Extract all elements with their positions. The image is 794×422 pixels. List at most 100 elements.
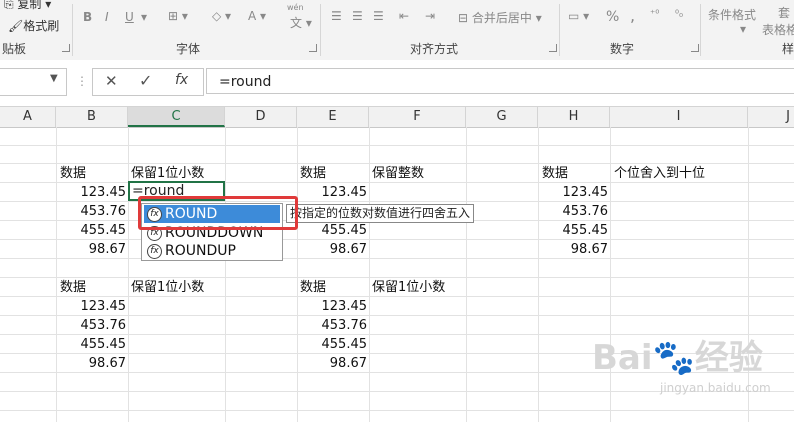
cell-h-value[interactable]: 453.76 <box>538 202 609 221</box>
cell-e-value[interactable]: 453.76 <box>297 316 368 335</box>
highlight-annotation-box <box>138 196 298 230</box>
cell-e-value[interactable]: 455.45 <box>297 335 368 354</box>
column-header-h[interactable]: H <box>538 107 610 127</box>
align-launcher-icon[interactable] <box>549 44 557 52</box>
cancel-icon[interactable]: ✕ <box>105 72 118 90</box>
ribbon-divider <box>559 4 560 56</box>
align-right-icon[interactable]: ☰ <box>373 9 384 23</box>
cell-h-value[interactable]: 123.45 <box>538 183 609 202</box>
merge-center-button[interactable]: ⊟ 合并后居中 ▾ <box>458 9 542 26</box>
column-header-b[interactable]: B <box>56 107 128 127</box>
gridline <box>466 127 467 422</box>
fill-color-button[interactable]: ◇ ▾ <box>212 9 231 23</box>
cell-e-value[interactable]: 123.45 <box>297 297 368 316</box>
ribbon-divider <box>700 4 701 56</box>
watermark-brand-suffix: 经验 <box>694 338 763 378</box>
cell-b-header2[interactable]: 数据 <box>60 278 86 297</box>
cell-h-value[interactable]: 455.45 <box>538 221 609 240</box>
cell-e-value[interactable]: 123.45 <box>297 183 368 202</box>
conditional-format-dropdown-icon[interactable]: ▾ <box>740 22 746 36</box>
autocomplete-item-roundup[interactable]: fx ROUNDUP <box>144 242 280 260</box>
cell-e-header1[interactable]: 数据 <box>300 164 326 183</box>
formula-input[interactable]: =round <box>206 68 794 94</box>
cell-b-value[interactable]: 98.67 <box>56 240 126 259</box>
decrease-indent-icon[interactable]: ⇤ <box>399 9 409 23</box>
column-headers: A B C D E F G H I J <box>0 107 794 128</box>
align-left-icon[interactable]: ☰ <box>331 9 342 23</box>
function-icon: fx <box>147 244 162 259</box>
percent-button[interactable]: % <box>606 9 619 25</box>
name-box-dropdown-icon[interactable]: ▼ <box>50 73 58 84</box>
insert-function-icon[interactable]: fx <box>175 72 188 88</box>
cell-e-value[interactable]: 98.67 <box>297 240 367 259</box>
increase-indent-icon[interactable]: ⇥ <box>425 9 435 23</box>
cell-c-header2[interactable]: 保留1位小数 <box>131 278 204 297</box>
enter-icon[interactable]: ✓ <box>139 71 152 90</box>
cell-h-value[interactable]: 98.67 <box>538 240 608 259</box>
cell-b-value[interactable]: 98.67 <box>56 354 126 373</box>
column-header-d[interactable]: D <box>225 107 297 127</box>
border-button[interactable]: ⊞ ▾ <box>168 9 188 23</box>
number-launcher-icon[interactable] <box>691 44 699 52</box>
font-color-button[interactable]: A ▾ <box>248 9 266 23</box>
cell-e-value[interactable]: 455.45 <box>297 221 368 240</box>
phonetic-top-label: wén <box>287 3 304 12</box>
number-group-label: 数字 <box>610 42 635 56</box>
align-center-icon[interactable]: ☰ <box>352 9 363 23</box>
underline-dropdown-icon[interactable]: ▾ <box>141 10 147 24</box>
font-color-label: A <box>248 9 257 23</box>
column-header-g[interactable]: G <box>466 107 538 127</box>
ribbon-divider <box>72 4 73 56</box>
currency-format-button[interactable]: ▭ ▾ <box>568 9 589 23</box>
cell-b-value[interactable]: 453.76 <box>56 316 127 335</box>
column-header-e[interactable]: E <box>297 107 369 127</box>
conditional-format-button[interactable]: 条件格式 <box>708 6 756 23</box>
cell-f-header1[interactable]: 保留整数 <box>372 164 424 183</box>
decrease-decimal-icon[interactable]: ⁰₀ <box>675 9 683 20</box>
comma-button[interactable]: , <box>630 6 635 25</box>
cell-b-value[interactable]: 123.45 <box>56 183 127 202</box>
cell-b-header1[interactable]: 数据 <box>60 164 86 183</box>
gridline <box>0 145 794 146</box>
copy-button[interactable]: ⎘ 复制 ▾ <box>4 0 51 12</box>
gridline <box>225 127 226 422</box>
gridline <box>128 127 129 422</box>
column-header-j[interactable]: J <box>748 107 794 127</box>
cell-b-value[interactable]: 455.45 <box>56 221 127 240</box>
gridline <box>0 410 794 411</box>
cell-f-header2[interactable]: 保留1位小数 <box>372 278 445 297</box>
column-header-f[interactable]: F <box>369 107 466 127</box>
column-header-c[interactable]: C <box>128 107 225 127</box>
cell-h-header1[interactable]: 数据 <box>542 164 568 183</box>
formula-buttons: ✕ ✓ fx <box>92 68 204 96</box>
gridline <box>369 127 370 422</box>
table-format-label-top[interactable]: 套 <box>778 4 790 21</box>
paw-icon: 🐾 <box>652 338 695 378</box>
gridline <box>297 127 298 422</box>
column-header-i[interactable]: I <box>610 107 748 127</box>
cell-i-header1[interactable]: 个位舍入到十位 <box>614 164 705 183</box>
bold-button[interactable]: B <box>83 10 92 24</box>
cell-e-header2[interactable]: 数据 <box>300 278 326 297</box>
table-format-label[interactable]: 表格格 <box>762 21 794 38</box>
clipboard-group-label: 贴板 <box>2 42 27 56</box>
merge-label: 合并后居中 <box>471 11 532 25</box>
cell-e-value[interactable]: 98.67 <box>297 354 367 373</box>
cell-b-value[interactable]: 455.45 <box>56 335 127 354</box>
name-box[interactable]: ▼ <box>0 68 67 96</box>
align-group-label: 对齐方式 <box>410 42 459 56</box>
cell-b-value[interactable]: 453.76 <box>56 202 127 221</box>
font-launcher-icon[interactable] <box>309 44 317 52</box>
cell-b-value[interactable]: 123.45 <box>56 297 127 316</box>
clipboard-launcher-icon[interactable] <box>62 44 70 52</box>
format-painter-button[interactable]: 🖌格式刷 <box>8 17 59 34</box>
italic-button[interactable]: I <box>105 10 109 24</box>
phonetic-button[interactable]: 文 ▾ <box>290 14 312 31</box>
function-tooltip: 按指定的位数对数值进行四舍五入 <box>286 204 475 223</box>
underline-button[interactable]: U <box>125 10 134 24</box>
increase-decimal-icon[interactable]: ⁺⁰ <box>650 9 659 20</box>
formula-bar-grip-icon: ⋮ <box>76 74 88 88</box>
column-header-a[interactable]: A <box>0 107 56 127</box>
gridline <box>538 127 539 422</box>
styles-group-label: 样 <box>782 42 794 56</box>
